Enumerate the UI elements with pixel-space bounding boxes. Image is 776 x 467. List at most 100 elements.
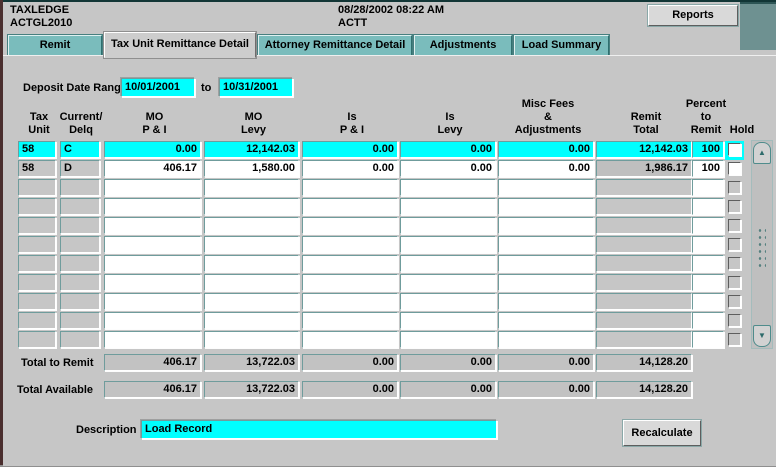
cell-current-delq[interactable]	[60, 312, 100, 329]
cell-is-pi[interactable]	[302, 274, 398, 291]
cell-mo-levy[interactable]	[204, 312, 299, 329]
cell-tax-unit[interactable]: 58	[18, 160, 56, 177]
cell-is-levy[interactable]	[400, 331, 496, 348]
cell-is-levy[interactable]	[400, 198, 496, 215]
cell-mo-pi[interactable]	[104, 179, 201, 196]
cell-mo-levy[interactable]	[204, 179, 299, 196]
cell-percent-to-remit[interactable]	[692, 217, 724, 234]
cell-is-levy[interactable]	[400, 179, 496, 196]
cell-mo-pi[interactable]	[104, 198, 201, 215]
cell-current-delq[interactable]	[60, 179, 100, 196]
cell-tax-unit[interactable]	[18, 293, 56, 310]
cell-current-delq[interactable]	[60, 217, 100, 234]
cell-percent-to-remit[interactable]: 100	[692, 141, 724, 158]
cell-is-levy[interactable]: 0.00	[400, 160, 496, 177]
cell-tax-unit[interactable]: 58	[18, 141, 56, 158]
cell-is-levy[interactable]	[400, 312, 496, 329]
cell-percent-to-remit[interactable]	[692, 255, 724, 272]
cell-percent-to-remit[interactable]	[692, 312, 724, 329]
tab-remit[interactable]: Remit	[8, 35, 102, 56]
cell-misc-fees[interactable]	[498, 198, 594, 215]
hold-checkbox[interactable]	[728, 143, 741, 156]
cell-tax-unit[interactable]	[18, 274, 56, 291]
cell-is-pi[interactable]	[302, 236, 398, 253]
cell-is-levy[interactable]: 0.00	[400, 141, 496, 158]
cell-mo-pi[interactable]	[104, 255, 201, 272]
cell-is-levy[interactable]	[400, 217, 496, 234]
cell-misc-fees[interactable]	[498, 217, 594, 234]
cell-mo-levy[interactable]	[204, 293, 299, 310]
scrollbar-up-icon[interactable]: ▲	[753, 142, 771, 164]
cell-mo-pi[interactable]	[104, 274, 201, 291]
cell-current-delq[interactable]	[60, 236, 100, 253]
cell-mo-levy[interactable]	[204, 255, 299, 272]
cell-mo-levy[interactable]	[204, 217, 299, 234]
cell-is-pi[interactable]	[302, 312, 398, 329]
cell-tax-unit[interactable]	[18, 331, 56, 348]
cell-current-delq[interactable]	[60, 274, 100, 291]
cell-mo-pi[interactable]	[104, 236, 201, 253]
cell-mo-pi[interactable]: 406.17	[104, 160, 201, 177]
cell-mo-pi[interactable]	[104, 312, 201, 329]
cell-is-pi[interactable]	[302, 293, 398, 310]
cell-misc-fees[interactable]	[498, 312, 594, 329]
grid-scrollbar[interactable]: ▲ ▼	[751, 140, 773, 349]
cell-is-levy[interactable]	[400, 236, 496, 253]
cell-is-pi[interactable]	[302, 331, 398, 348]
cell-current-delq[interactable]	[60, 255, 100, 272]
cell-percent-to-remit[interactable]	[692, 293, 724, 310]
cell-mo-levy[interactable]	[204, 236, 299, 253]
cell-misc-fees[interactable]: 0.00	[498, 141, 594, 158]
cell-is-pi[interactable]: 0.00	[302, 141, 398, 158]
cell-tax-unit[interactable]	[18, 236, 56, 253]
cell-mo-pi[interactable]	[104, 331, 201, 348]
cell-mo-pi[interactable]: 0.00	[104, 141, 201, 158]
cell-misc-fees[interactable]	[498, 255, 594, 272]
cell-is-pi[interactable]	[302, 179, 398, 196]
cell-is-levy[interactable]	[400, 255, 496, 272]
cell-percent-to-remit[interactable]	[692, 179, 724, 196]
cell-mo-levy[interactable]: 1,580.00	[204, 160, 299, 177]
recalculate-button[interactable]: Recalculate	[623, 420, 701, 446]
cell-is-pi[interactable]: 0.00	[302, 160, 398, 177]
cell-is-pi[interactable]	[302, 255, 398, 272]
cell-is-levy[interactable]	[400, 274, 496, 291]
cell-misc-fees[interactable]	[498, 274, 594, 291]
cell-tax-unit[interactable]	[18, 255, 56, 272]
cell-misc-fees[interactable]	[498, 236, 594, 253]
tab-adjustments[interactable]: Adjustments	[414, 35, 512, 56]
cell-misc-fees[interactable]	[498, 179, 594, 196]
hold-checkbox[interactable]	[728, 162, 741, 175]
cell-percent-to-remit[interactable]	[692, 236, 724, 253]
cell-mo-pi[interactable]	[104, 217, 201, 234]
cell-mo-levy[interactable]	[204, 331, 299, 348]
cell-mo-pi[interactable]	[104, 293, 201, 310]
cell-percent-to-remit[interactable]	[692, 274, 724, 291]
cell-mo-levy[interactable]: 12,142.03	[204, 141, 299, 158]
cell-current-delq[interactable]: D	[60, 160, 100, 177]
cell-current-delq[interactable]	[60, 331, 100, 348]
scrollbar-down-icon[interactable]: ▼	[753, 325, 771, 347]
cell-tax-unit[interactable]	[18, 198, 56, 215]
cell-current-delq[interactable]	[60, 198, 100, 215]
description-field[interactable]: Load Record	[141, 420, 497, 439]
cell-is-pi[interactable]	[302, 198, 398, 215]
cell-misc-fees[interactable]: 0.00	[498, 160, 594, 177]
cell-percent-to-remit[interactable]	[692, 331, 724, 348]
cell-percent-to-remit[interactable]: 100	[692, 160, 724, 177]
cell-tax-unit[interactable]	[18, 312, 56, 329]
tab-load-summary[interactable]: Load Summary	[514, 35, 609, 56]
reports-button[interactable]: Reports	[648, 5, 738, 26]
cell-percent-to-remit[interactable]	[692, 198, 724, 215]
tab-attorney-remittance-detail[interactable]: Attorney Remittance Detail	[258, 35, 412, 56]
cell-tax-unit[interactable]	[18, 179, 56, 196]
tab-tax-unit-remittance-detail[interactable]: Tax Unit Remittance Detail	[104, 32, 256, 58]
cell-current-delq[interactable]: C	[60, 141, 100, 158]
cell-mo-levy[interactable]	[204, 274, 299, 291]
cell-is-levy[interactable]	[400, 293, 496, 310]
cell-mo-levy[interactable]	[204, 198, 299, 215]
cell-is-pi[interactable]	[302, 217, 398, 234]
cell-misc-fees[interactable]	[498, 293, 594, 310]
cell-current-delq[interactable]	[60, 293, 100, 310]
cell-misc-fees[interactable]	[498, 331, 594, 348]
